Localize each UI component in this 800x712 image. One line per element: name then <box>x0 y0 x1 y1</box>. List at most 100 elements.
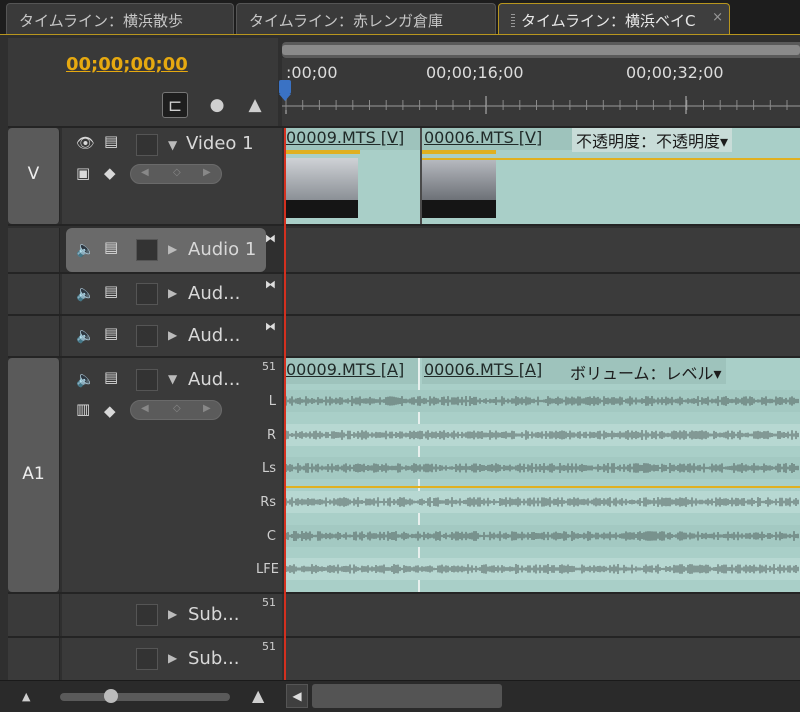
tab-yokohama-sanpo[interactable]: タイムライン：横浜散歩 <box>6 3 234 34</box>
expand-triangle-icon[interactable]: ▶ <box>168 242 177 256</box>
sync-lock-icon[interactable]: ▤ <box>104 282 118 300</box>
clip-thumbnail <box>422 158 496 218</box>
audio-1-lane <box>284 228 800 272</box>
divider <box>8 224 800 226</box>
audio-target-label[interactable]: A1 <box>8 358 60 592</box>
scroll-left-arrow[interactable]: ◀ <box>286 684 308 708</box>
speaker-icon[interactable]: 🔈 <box>76 326 95 344</box>
zoom-in-icon[interactable]: ▲ <box>252 686 264 705</box>
track-lock-toggle[interactable] <box>136 134 158 156</box>
expand-triangle-icon[interactable]: ▼ <box>168 138 177 152</box>
track-lock-toggle[interactable] <box>136 325 158 347</box>
clip-bar <box>422 150 496 154</box>
keyframe-diamond-icon[interactable]: ◆ <box>104 164 116 182</box>
zoom-slider-knob[interactable] <box>104 689 118 703</box>
keyframe-icon[interactable]: ▲ <box>242 92 268 118</box>
audio-3-lane <box>284 316 800 356</box>
effect-menu[interactable]: 不透明度：不透明度▾ <box>572 128 733 152</box>
clip-title: 00009.MTS [V] <box>284 128 420 150</box>
keyframe-navigator[interactable]: ◀ ◇ ▶ <box>130 400 222 420</box>
track-name: Aud... <box>188 369 241 390</box>
video-target-label[interactable]: V <box>8 128 60 224</box>
empty-target[interactable] <box>8 228 60 272</box>
tab-yokohama-bay[interactable]: タイムライン：横浜ベイC × <box>498 3 730 35</box>
viewing-area-thumb[interactable] <box>282 45 800 55</box>
channel-label: C <box>266 529 276 544</box>
timeline-header <box>8 38 278 126</box>
speaker-icon[interactable]: 🔈 <box>76 370 95 388</box>
prev-keyframe-icon[interactable]: ◀ <box>141 403 149 414</box>
keyframe-diamond-icon[interactable]: ◆ <box>104 402 116 420</box>
audio-2-track-header: 🔈 ▤ ▶ Aud... <box>62 274 282 314</box>
horizontal-scroll-thumb[interactable] <box>312 684 502 708</box>
track-lock-toggle[interactable] <box>136 648 158 670</box>
submix-1-lane <box>284 594 800 636</box>
ruler-label: :00;00 <box>286 63 338 82</box>
expand-triangle-icon[interactable]: ▶ <box>168 286 177 300</box>
track-lock-toggle[interactable] <box>136 369 158 391</box>
tab-label: タイムライン：横浜散歩 <box>19 12 183 30</box>
prev-keyframe-icon[interactable]: ◀ <box>141 167 149 178</box>
zoom-out-icon[interactable]: ▲ <box>22 690 30 703</box>
video-1-lane: 00009.MTS [V] 00006.MTS [V] 不透明度：不透明度▾ <box>284 128 800 224</box>
close-icon[interactable]: × <box>712 10 723 25</box>
add-keyframe-icon[interactable]: ◇ <box>173 167 181 178</box>
channel-label: L <box>268 394 276 409</box>
playhead-handle[interactable] <box>278 80 292 102</box>
current-timecode[interactable]: 00;00;00;00 <box>66 54 188 75</box>
video-clip-00006[interactable]: 00006.MTS [V] 不透明度：不透明度▾ <box>422 128 800 224</box>
next-keyframe-icon[interactable]: ▶ <box>203 403 211 414</box>
time-ruler[interactable]: :00;00 00;00;16;00 00;00;32;00 <box>282 58 800 126</box>
channel-label: Ls <box>261 461 276 476</box>
empty-target[interactable] <box>8 594 60 636</box>
a1-lane: 00009.MTS [A] 00006.MTS [A] ボリューム：レベル▾ <box>284 358 800 592</box>
display-style-icon[interactable]: ▣ <box>76 164 90 182</box>
next-keyframe-icon[interactable]: ▶ <box>203 167 211 178</box>
track-lock-toggle[interactable] <box>136 604 158 626</box>
keyframe-navigator[interactable]: ◀ ◇ ▶ <box>130 164 222 184</box>
channel-format: 51 <box>262 596 276 609</box>
submix-1-track: ▶ Sub... 51 <box>8 594 800 636</box>
sync-lock-icon[interactable]: ▤ <box>104 238 118 256</box>
zoom-slider[interactable] <box>60 693 230 701</box>
expand-triangle-icon[interactable]: ▶ <box>168 328 177 342</box>
expand-triangle-icon[interactable]: ▼ <box>168 372 177 386</box>
add-keyframe-icon[interactable]: ◇ <box>173 403 181 414</box>
bowtie-icon: ⧓ <box>265 232 276 245</box>
ruler-ticks <box>282 96 800 114</box>
ruler-label: 00;00;32;00 <box>626 63 724 82</box>
audio-2-track: 🔈 ▤ ▶ Aud... ⧓ <box>8 274 800 314</box>
empty-target[interactable] <box>8 274 60 314</box>
a1-track-header: 🔈 ▤ ▼ Aud... ▥ ◆ ◀ ◇ ▶ 51 L R Ls Rs C LF… <box>62 358 282 592</box>
tab-label: タイムライン：赤レンガ倉庫 <box>249 12 443 30</box>
snap-icon[interactable]: ⊏ <box>162 92 188 118</box>
channel-format: 51 <box>262 640 276 653</box>
submix-2-track-header: ▶ Sub... 51 <box>62 638 282 680</box>
eye-icon[interactable]: 👁 <box>76 134 95 152</box>
track-lock-toggle[interactable] <box>136 239 158 261</box>
playhead-line[interactable] <box>284 128 286 680</box>
waveform-display-icon[interactable]: ▥ <box>76 400 90 418</box>
track-lock-toggle[interactable] <box>136 283 158 305</box>
marker-icon[interactable]: ● <box>204 92 230 118</box>
viewing-area-bar[interactable] <box>282 42 800 58</box>
bowtie-icon: ⧓ <box>265 320 276 333</box>
sync-lock-icon[interactable]: ▤ <box>104 132 118 150</box>
clip-title: 00006.MTS [V] <box>422 128 572 150</box>
tab-akarenga[interactable]: タイムライン：赤レンガ倉庫 <box>236 3 496 34</box>
sync-lock-icon[interactable]: ▤ <box>104 368 118 386</box>
expand-triangle-icon[interactable]: ▶ <box>168 651 177 665</box>
track-name: Video 1 <box>186 133 254 154</box>
channel-format: 51 <box>262 360 276 373</box>
sync-lock-icon[interactable]: ▤ <box>104 324 118 342</box>
empty-target[interactable] <box>8 638 60 680</box>
channel-label: Rs <box>260 495 276 510</box>
speaker-icon[interactable]: 🔈 <box>76 240 95 258</box>
empty-target[interactable] <box>8 316 60 356</box>
video-section: V 👁 ▤ ▼ Video 1 ▣ ◆ ◀ ◇ ▶ 00009.MTS [V] … <box>8 128 800 224</box>
speaker-icon[interactable]: 🔈 <box>76 284 95 302</box>
video-clip-00009[interactable]: 00009.MTS [V] <box>284 128 420 224</box>
tab-bar: タイムライン：横浜散歩 タイムライン：赤レンガ倉庫 タイムライン：横浜ベイC × <box>0 0 800 35</box>
expand-triangle-icon[interactable]: ▶ <box>168 607 177 621</box>
track-name: Sub... <box>188 604 240 625</box>
